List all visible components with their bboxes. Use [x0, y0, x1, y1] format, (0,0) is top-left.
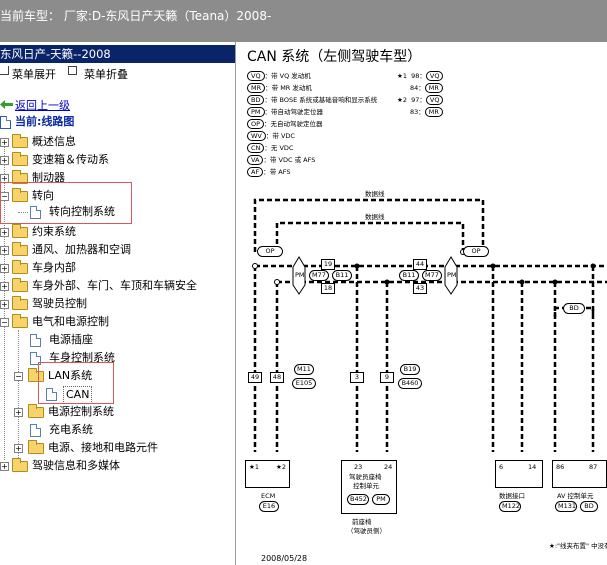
footnote: ★:"线夹布置" 中没有 — [549, 542, 607, 550]
connector-m77: M77 — [309, 270, 329, 281]
driver-side-label: （驾驶员侧） — [347, 527, 386, 535]
highlight-can — [38, 362, 114, 404]
connector-e105: E105 — [292, 378, 316, 389]
connector-b11: B11 — [332, 270, 352, 281]
pin-44: 44 — [413, 259, 427, 270]
av-tag: BD — [580, 501, 598, 512]
tag-pm: PM — [447, 271, 457, 279]
connector-m77: M77 — [422, 270, 442, 281]
connector-b19: B19 — [400, 364, 420, 375]
tree-item-body-control[interactable]: 车身控制系统 — [0, 350, 230, 366]
tree-item-charging[interactable]: 充电系统 — [0, 422, 230, 438]
pin-48: 48 — [270, 372, 284, 383]
connector-b460: B460 — [398, 378, 422, 389]
window-title: 当前车型： 厂家:D-东风日产天籁（Teana）2008- — [0, 9, 272, 23]
ecm-connector: E16 — [259, 501, 279, 512]
data-link-label: 数据接口 — [499, 492, 525, 500]
title-bar: 当前车型： 厂家:D-东风日产天籁（Teana）2008- — [0, 0, 607, 42]
diagram-date: 2008/05/28 — [261, 554, 308, 563]
tree-item-lan-system[interactable]: − LAN系统 — [0, 368, 230, 384]
ecm-module: ★1 ★2 — [245, 460, 290, 488]
tree-item-hvac[interactable]: + 通风、加热器和空调 — [0, 242, 230, 258]
wiring-diagram-panel: CAN 系统（左侧驾驶车型） VQ ：带 VQ 发动机 MR ：带 MR 发动机 B… — [237, 42, 607, 565]
tree-item-driver-info[interactable]: + 驾驶信息和多媒体 — [0, 458, 230, 474]
tag-bd: BD — [563, 303, 585, 314]
connector-b11: B11 — [399, 270, 419, 281]
tree-item-electrical[interactable]: − 电气和电源控制 — [0, 314, 230, 330]
av-control-label: AV 控制单元 — [557, 492, 594, 500]
pin-43: 43 — [413, 283, 427, 294]
tag-pm: PM — [295, 271, 305, 279]
connector-m11: M11 — [294, 364, 314, 375]
pin-9: 9 — [380, 372, 394, 383]
av-connector-code: M131 — [555, 501, 577, 512]
ecm-label: ECM — [261, 492, 276, 500]
navigation-panel: 东风日产-天籁--2008 菜单展开 菜单折叠 返回上一级 当前:线路图 + 概… — [0, 42, 236, 565]
data-line-label-lower: 数据线 — [365, 213, 385, 221]
tree-item-overview[interactable]: + 概述信息 — [0, 134, 230, 150]
collapse-menu-button[interactable]: 菜单折叠 — [84, 66, 128, 82]
tree-item-power-outlet[interactable]: 电源插座 — [0, 332, 230, 348]
data-line-label-upper: 数据线 — [365, 190, 385, 198]
tree-item-exterior[interactable]: + 车身外部、车门、车顶和车辆安全 — [0, 278, 230, 294]
back-link[interactable]: 返回上一级 — [15, 98, 70, 114]
pin-49: 49 — [248, 372, 262, 383]
highlight-steering — [0, 182, 132, 224]
tree-item-transmission[interactable]: + 变速箱＆传动系 — [0, 152, 230, 168]
current-location-label: 当前:线路图 — [15, 115, 75, 128]
av-control-module: 86 87 — [552, 460, 607, 488]
front-seat-label: 前座椅 — [352, 518, 372, 526]
data-link-connector: 6 14 — [495, 460, 543, 488]
tree-item-power-ground[interactable]: + 电源、接地和电路元件 — [0, 440, 230, 456]
data-link-connector-code: M122 — [499, 501, 521, 512]
tree-item-interior[interactable]: + 车身内部 — [0, 260, 230, 276]
tree-item-restraint[interactable]: + 约束系统 — [0, 224, 230, 240]
tree-item-power-control[interactable]: + 电源控制系统 — [0, 404, 230, 420]
pin-3: 3 — [350, 372, 364, 383]
panel-header: 东风日产-天籁--2008 — [0, 45, 235, 63]
seat-control-module: 23 24 驾驶员座椅 控制单元 B452 PM — [341, 460, 397, 514]
tag-op: OP — [463, 246, 489, 257]
menu-toolbar: 菜单展开 菜单折叠 — [0, 66, 235, 82]
tree-item-can[interactable]: CAN — [0, 386, 230, 404]
expand-menu-button[interactable]: 菜单展开 — [12, 66, 56, 82]
pin-18: 18 — [321, 283, 335, 294]
tag-op: OP — [257, 246, 283, 257]
pin-19: 19 — [321, 259, 335, 270]
back-arrow-icon[interactable] — [0, 100, 13, 109]
tree-item-driver-controls[interactable]: + 驾驶员控制 — [0, 296, 230, 312]
